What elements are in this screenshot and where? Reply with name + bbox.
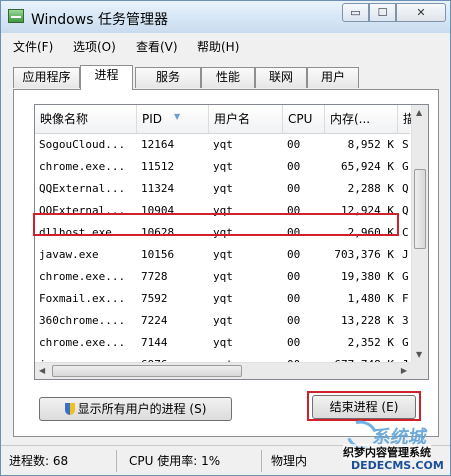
cell-pid: 7592 [141,292,168,305]
cell-image-name: SogouCloud... [39,138,126,151]
scroll-up-icon[interactable]: ▲ [416,108,422,117]
cell-user-name: yqt [213,248,233,261]
cell-user-name: yqt [213,138,233,151]
title-bar[interactable]: Windows 任务管理器 ▭ ☐ ✕ [1,1,450,33]
cell-user-name: yqt [213,336,233,349]
process-row[interactable]: chrome.exe... 7144 yqt 00 2,352 KG [35,332,410,354]
cell-pid: 12164 [141,138,175,151]
sort-descending-icon: ▼ [174,112,181,121]
tab-applications[interactable]: 应用程序 [13,67,80,88]
scroll-left-icon[interactable]: ◀ [39,366,45,375]
cell-cpu: 00 [287,270,301,283]
cell-memory: 2,288 K [347,182,394,195]
close-button[interactable]: ✕ [396,3,446,22]
processes-panel: 映像名称 ▼ PID 用户名 CPU 内存(... 描 SogouCloud..… [13,89,439,437]
task-manager-window: Windows 任务管理器 ▭ ☐ ✕ 文件(F) 选项(O) 查看(V) 帮助… [0,0,451,476]
column-header-memory[interactable]: 内存(... [325,105,398,133]
column-header-image-name[interactable]: 映像名称 [35,105,137,133]
cell-cpu: 00 [287,248,301,261]
watermark-text: 织梦内容管理系统 [343,444,431,460]
cell-memory: 1,480 K [347,292,394,305]
vertical-scrollbar[interactable]: ▲ ▼ [411,105,428,362]
column-header-user-name[interactable]: 用户名 [209,105,283,133]
cell-image-name: javaw.exe [39,248,99,261]
horizontal-scroll-thumb[interactable] [52,365,242,377]
cell-user-name: yqt [213,314,233,327]
cell-cpu: 00 [287,336,301,349]
watermark-url: DEDECMS.COM [351,459,444,472]
cell-cpu: 00 [287,138,301,151]
cell-image-name: 360chrome.... [39,314,126,327]
cell-image-name: chrome.exe... [39,270,126,283]
column-header-pid[interactable]: ▼ PID [137,105,209,133]
process-list: 映像名称 ▼ PID 用户名 CPU 内存(... 描 SogouCloud..… [34,104,429,380]
highlight-box-end-process [307,391,421,421]
cell-pid: 11512 [141,160,175,173]
tab-users[interactable]: 用户 [307,67,359,88]
cell-image-name: chrome.exe... [39,160,126,173]
cell-memory: 65,924 K [341,160,394,173]
cell-memory: 19,380 K [341,270,394,283]
uac-shield-icon [64,403,75,415]
cell-user-name: yqt [213,292,233,305]
cell-cpu: 00 [287,160,301,173]
process-row[interactable]: chrome.exe... 7728 yqt 00 19,380 KG [35,266,410,288]
minimize-button[interactable]: ▭ [342,3,369,22]
show-all-users-label: 显示所有用户的进程 (S) [77,402,207,416]
cell-image-name: Foxmail.ex... [39,292,126,305]
menu-options[interactable]: 选项(O) [73,38,116,55]
status-separator [116,450,117,472]
cell-user-name: yqt [213,182,233,195]
process-row[interactable]: chrome.exe... 11512 yqt 00 65,924 KG [35,156,410,178]
tab-networking[interactable]: 联网 [255,67,307,88]
cell-pid: 7728 [141,270,168,283]
status-separator [261,450,262,472]
menu-view[interactable]: 查看(V) [136,38,178,55]
tab-services[interactable]: 服务 [135,67,201,88]
cell-image-name: QQExternal... [39,182,126,195]
menu-file[interactable]: 文件(F) [13,38,53,55]
maximize-button[interactable]: ☐ [369,3,396,22]
cell-pid: 11324 [141,182,175,195]
status-cpu-usage: CPU 使用率: 1% [129,454,221,468]
process-row[interactable]: javaw.exe 10156 yqt 00 703,376 KJ [35,244,410,266]
status-physical-memory: 物理内 [271,454,308,468]
cell-memory: 2,352 K [347,336,394,349]
highlight-box-javaw-row [33,213,399,236]
menu-help[interactable]: 帮助(H) [197,38,239,55]
cell-pid: 10156 [141,248,175,261]
tab-processes[interactable]: 进程 [80,65,133,90]
cell-memory: 13,228 K [341,314,394,327]
scroll-down-icon[interactable]: ▼ [416,350,422,359]
cell-image-name: chrome.exe... [39,336,126,349]
process-row[interactable]: Foxmail.ex... 7592 yqt 00 1,480 KF [35,288,410,310]
cell-cpu: 00 [287,314,301,327]
cell-user-name: yqt [213,160,233,173]
menu-bar: 文件(F) 选项(O) 查看(V) 帮助(H) [1,34,450,56]
show-all-users-button[interactable]: 显示所有用户的进程 (S) [39,397,232,421]
cell-pid: 7144 [141,336,168,349]
cell-memory: 8,952 K [347,138,394,151]
scrollbar-corner [411,362,428,379]
status-process-count: 进程数: 68 [9,454,69,468]
cell-cpu: 00 [287,292,301,305]
cell-memory: 703,376 K [334,248,394,261]
vertical-scroll-thumb[interactable] [414,169,426,249]
horizontal-scrollbar[interactable]: ◀ ▶ [35,362,411,379]
cell-user-name: yqt [213,270,233,283]
process-row[interactable]: QQExternal... 11324 yqt 00 2,288 KQ [35,178,410,200]
process-row[interactable]: SogouCloud... 12164 yqt 00 8,952 KS [35,134,410,156]
task-manager-icon [8,9,24,23]
scroll-right-icon[interactable]: ▶ [401,366,407,375]
column-header-cpu[interactable]: CPU [283,105,325,133]
process-row[interactable]: 360chrome.... 7224 yqt 00 13,228 K3 [35,310,410,332]
cell-cpu: 00 [287,182,301,195]
cell-pid: 7224 [141,314,168,327]
column-header-pid-label: PID [142,112,163,126]
tab-performance[interactable]: 性能 [201,67,255,88]
process-list-header: 映像名称 ▼ PID 用户名 CPU 内存(... 描 [35,105,418,134]
window-title: Windows 任务管理器 [31,12,168,28]
